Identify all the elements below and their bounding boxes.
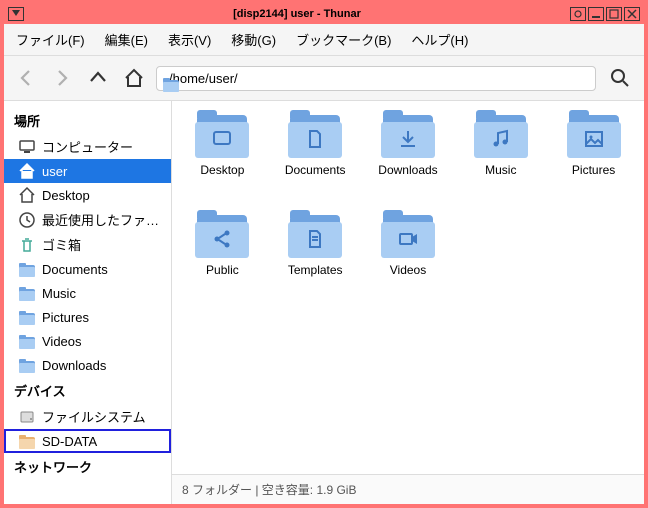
sidebar-item-label: ファイルシステム	[42, 407, 146, 426]
folder-item[interactable]: Music	[454, 113, 547, 209]
monitor-icon	[18, 138, 36, 156]
menu-go[interactable]: 移動(G)	[227, 28, 280, 51]
folder-label: Documents	[285, 163, 346, 177]
sidebar-item[interactable]: Music	[4, 281, 171, 305]
folder-item[interactable]: Documents	[269, 113, 362, 209]
folder-label: Pictures	[572, 163, 615, 177]
folder-icon	[474, 113, 528, 159]
window-title: [disp2144] user - Thunar	[24, 8, 570, 20]
body: 場所 コンピューター user Desktop 最近使用したファ… ゴミ箱 Documen…	[4, 101, 644, 504]
up-button[interactable]	[84, 64, 112, 92]
folder-label: Public	[206, 263, 239, 277]
folder-icon	[381, 113, 435, 159]
back-button[interactable]	[12, 64, 40, 92]
folder-item[interactable]: Pictures	[547, 113, 640, 209]
folder-icon	[567, 113, 621, 159]
maximize-button[interactable]	[606, 7, 622, 21]
sidebar-item-label: Documents	[42, 262, 108, 277]
path-text: /home/user/	[169, 71, 238, 86]
sidebar-item[interactable]: ゴミ箱	[4, 232, 171, 257]
menu-edit[interactable]: 編集(E)	[101, 28, 152, 51]
folder-icon	[288, 213, 342, 259]
menu-bookmarks[interactable]: ブックマーク(B)	[292, 28, 395, 51]
window-controls	[570, 7, 640, 21]
folder-icon	[18, 308, 36, 326]
sidebar-header-devices: デバイス	[4, 377, 171, 404]
sidebar-item[interactable]: SD-DATA	[4, 429, 171, 453]
folder-label: Music	[485, 163, 516, 177]
close-button[interactable]	[624, 7, 640, 21]
sidebar-item[interactable]: ファイルシステム	[4, 404, 171, 429]
folder-item[interactable]: Public	[176, 213, 269, 309]
shade-button[interactable]	[570, 7, 586, 21]
folder-icon	[18, 260, 36, 278]
sidebar-item[interactable]: Downloads	[4, 353, 171, 377]
sidebar-item-label: Videos	[42, 334, 82, 349]
toolbar: /home/user/	[4, 56, 644, 101]
titlebar: [disp2144] user - Thunar	[4, 4, 644, 24]
sidebar-item[interactable]: コンピューター	[4, 134, 171, 159]
trash-icon	[18, 236, 36, 254]
sidebar-item[interactable]: Desktop	[4, 183, 171, 207]
folder-label: Videos	[390, 263, 426, 277]
window: [disp2144] user - Thunar ファイル(F) 編集(E) 表…	[0, 0, 648, 508]
sidebar-item-label: Pictures	[42, 310, 89, 325]
sidebar-item-label: コンピューター	[42, 137, 133, 156]
folder-icon	[381, 213, 435, 259]
sidebar-item-label: Downloads	[42, 358, 106, 373]
sidebar-item[interactable]: Documents	[4, 257, 171, 281]
folder-orange-icon	[18, 432, 36, 450]
sidebar-item[interactable]: Videos	[4, 329, 171, 353]
menu-file[interactable]: ファイル(F)	[12, 28, 89, 51]
folder-icon	[18, 356, 36, 374]
statusbar: 8 フォルダー | 空き容量: 1.9 GiB	[172, 474, 644, 504]
sidebar-item-label: ゴミ箱	[42, 235, 81, 254]
disk-icon	[18, 408, 36, 426]
home-icon	[18, 162, 36, 180]
folder-icon	[195, 213, 249, 259]
folder-label: Desktop	[200, 163, 244, 177]
sidebar-item-label: SD-DATA	[42, 434, 97, 449]
sidebar-header-network: ネットワーク	[4, 453, 171, 480]
menu-help[interactable]: ヘルプ(H)	[407, 28, 472, 51]
folder-grid[interactable]: Desktop Documents Downloads Music Pictures Pu…	[172, 101, 644, 474]
sidebar-header-places: 場所	[4, 107, 171, 134]
path-bar[interactable]: /home/user/	[156, 66, 596, 91]
folder-item[interactable]: Videos	[362, 213, 455, 309]
sidebar-item[interactable]: 最近使用したファ…	[4, 207, 171, 232]
folder-icon	[18, 284, 36, 302]
sidebar-item-label: Desktop	[42, 188, 90, 203]
sidebar-item[interactable]: Pictures	[4, 305, 171, 329]
folder-icon	[18, 332, 36, 350]
folder-label: Templates	[288, 263, 343, 277]
folder-item[interactable]: Downloads	[362, 113, 455, 209]
minimize-button[interactable]	[588, 7, 604, 21]
window-menu-button[interactable]	[8, 7, 24, 21]
sidebar-item-label: Music	[42, 286, 76, 301]
home-outline-icon	[18, 186, 36, 204]
sidebar: 場所 コンピューター user Desktop 最近使用したファ… ゴミ箱 Documen…	[4, 101, 172, 504]
folder-item[interactable]: Desktop	[176, 113, 269, 209]
folder-item[interactable]: Templates	[269, 213, 362, 309]
folder-icon	[195, 113, 249, 159]
menubar: ファイル(F) 編集(E) 表示(V) 移動(G) ブックマーク(B) ヘルプ(…	[4, 24, 644, 56]
sidebar-item-label: user	[42, 164, 67, 179]
folder-label: Downloads	[378, 163, 437, 177]
folder-icon	[288, 113, 342, 159]
menu-view[interactable]: 表示(V)	[164, 28, 215, 51]
sidebar-item-label: 最近使用したファ…	[42, 210, 159, 229]
sidebar-item[interactable]: user	[4, 159, 171, 183]
search-button[interactable]	[604, 62, 636, 94]
content-area: Desktop Documents Downloads Music Pictures Pu…	[172, 101, 644, 504]
home-button[interactable]	[120, 64, 148, 92]
clock-icon	[18, 211, 36, 229]
forward-button[interactable]	[48, 64, 76, 92]
